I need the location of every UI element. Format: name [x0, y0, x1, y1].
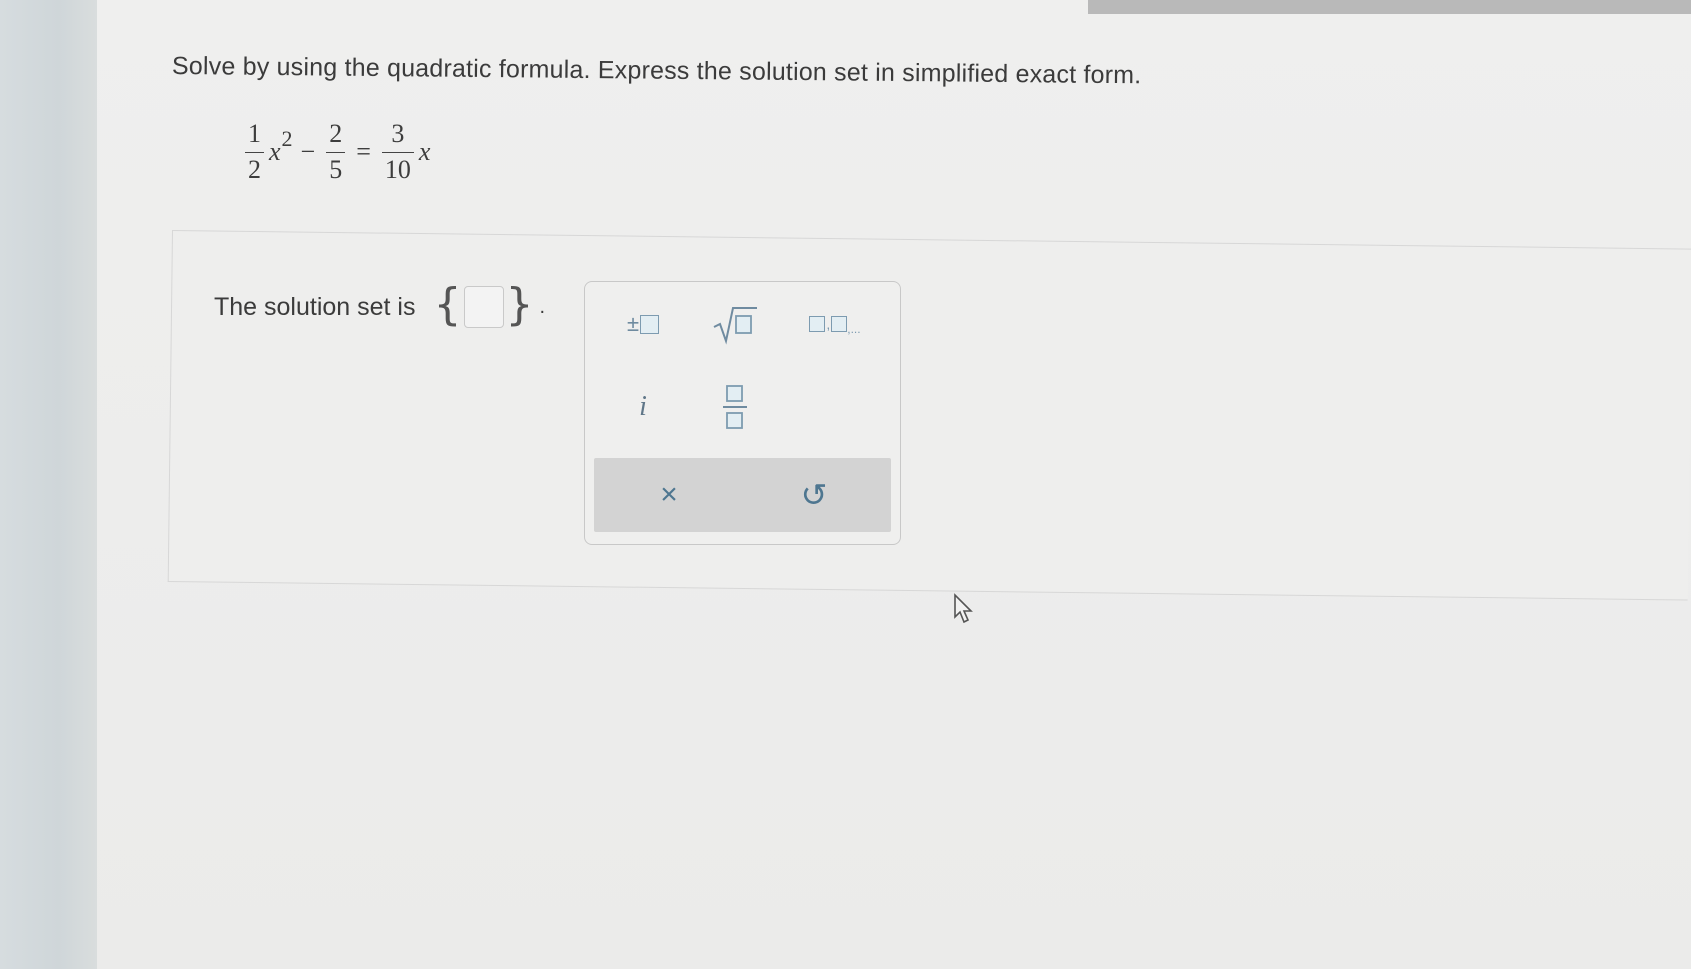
variable-x: x2	[269, 126, 293, 166]
imaginary-unit-button[interactable]: i	[603, 377, 683, 437]
undo-button[interactable]: ↺	[754, 458, 874, 532]
top-toolbar-strip	[1088, 0, 1691, 14]
list-button[interactable]: , ,...	[795, 294, 875, 354]
solution-input[interactable]	[463, 286, 504, 328]
fraction-button[interactable]	[695, 377, 775, 437]
period: .	[539, 295, 546, 318]
variable-x: x	[418, 137, 431, 166]
close-icon: ×	[660, 478, 678, 511]
fraction-icon	[723, 385, 747, 429]
math-palette: ± , ,... i × ↺	[584, 281, 901, 545]
clear-button[interactable]: ×	[609, 458, 729, 532]
plus-minus-icon: ±	[626, 311, 640, 336]
plus-minus-button[interactable]: ±	[603, 294, 683, 354]
answer-row: The solution set is { } .	[214, 279, 546, 330]
palette-footer: × ↺	[594, 458, 891, 532]
exponent: 2	[281, 126, 293, 151]
brace-close: }	[505, 279, 534, 330]
fraction-denominator: 10	[384, 154, 411, 184]
undo-icon: ↺	[800, 477, 828, 513]
template-box-icon	[640, 314, 660, 334]
fraction-numerator: 1	[248, 118, 261, 148]
fraction-numerator: 3	[391, 118, 405, 148]
brace-open: {	[433, 279, 462, 330]
fraction-bar	[245, 151, 264, 153]
ellipsis-icon: ,...	[847, 322, 861, 336]
imaginary-i-icon: i	[639, 391, 647, 422]
template-box-icon	[831, 316, 848, 332]
square-root-button[interactable]	[695, 294, 775, 354]
template-box-icon	[809, 316, 826, 332]
fraction-one-half: 1 2	[245, 118, 264, 184]
left-edge-panel	[0, 0, 97, 969]
fraction-bar	[381, 151, 414, 153]
minus-sign: −	[300, 137, 316, 166]
fraction-two-fifths: 2 5	[326, 118, 346, 184]
equals-sign: =	[356, 137, 371, 166]
square-root-icon	[713, 307, 757, 345]
fraction-bar	[326, 151, 346, 153]
fraction-numerator: 2	[329, 118, 343, 148]
mouse-cursor-icon	[954, 593, 973, 624]
equation: 1 2 x2 − 2 5 = 3 10 x	[242, 112, 430, 192]
fraction-denominator: 5	[329, 154, 343, 184]
fraction-three-tenths: 3 10	[381, 118, 414, 184]
answer-label: The solution set is	[214, 292, 416, 321]
fraction-denominator: 2	[248, 154, 261, 184]
